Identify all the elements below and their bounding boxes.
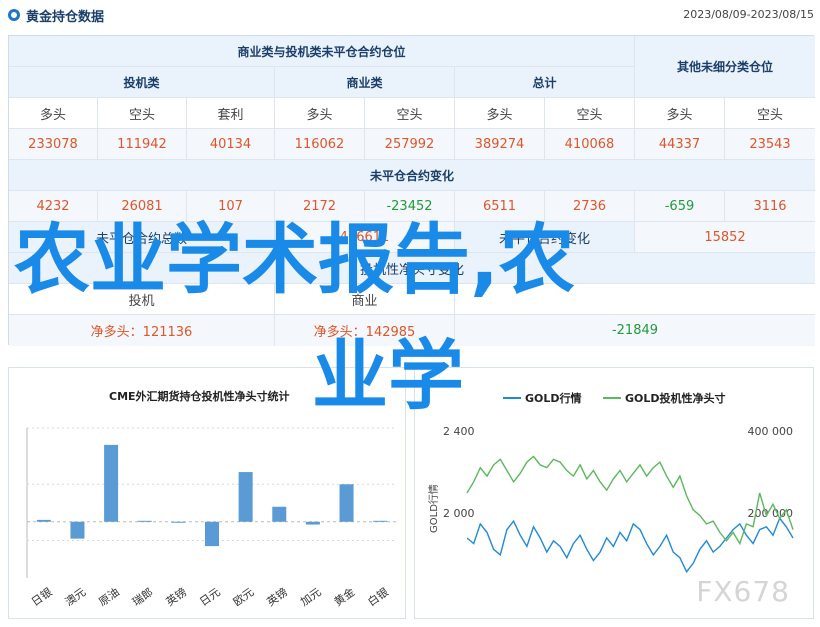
x-tick-label-10: 白银 <box>365 585 391 609</box>
legend-label-0: GOLD行情 <box>525 391 582 405</box>
bar-3 <box>137 520 152 522</box>
x-tick-label-2: 原油 <box>96 585 122 609</box>
bar-7 <box>272 506 287 522</box>
x-tick-label-6: 欧元 <box>231 585 256 608</box>
oi-change-value: 15852 <box>635 222 815 253</box>
position-cell-5: 389274 <box>455 129 545 160</box>
position-cell-2: 40134 <box>187 129 275 160</box>
change-title: 未平仓合约变化 <box>9 160 815 191</box>
position-cell-8: 23543 <box>725 129 815 160</box>
group-speculative: 投机类 <box>9 67 275 98</box>
change-cell-7: -659 <box>635 191 725 222</box>
series-line-0 <box>466 516 794 574</box>
legend-label-1: GOLD投机性净头寸 <box>625 391 726 405</box>
bar-0 <box>36 519 51 522</box>
x-tick-label-7: 英镑 <box>264 585 290 609</box>
bar-4 <box>171 521 186 523</box>
change-cell-8: 3116 <box>725 191 815 222</box>
group-total: 总计 <box>455 67 635 98</box>
position-cell-7: 44337 <box>635 129 725 160</box>
page-title: 黄金持仓数据 <box>26 10 105 25</box>
x-tick-label-8: 加元 <box>298 585 323 608</box>
bar-9 <box>339 484 354 522</box>
position-cell-1: 111942 <box>98 129 187 160</box>
subheader-cell-0: 多头 <box>9 98 98 129</box>
title-bar: 黄金持仓数据 2023/08/09-2023/08/15 <box>0 0 820 30</box>
x-tick-label-5: 日元 <box>197 585 222 608</box>
bar-1 <box>70 521 85 539</box>
subheader-cell-1: 空头 <box>98 98 187 129</box>
subheader-cell-7: 多头 <box>635 98 725 129</box>
group-commercial: 商业类 <box>275 67 455 98</box>
bar-10 <box>373 520 388 522</box>
bar-5 <box>205 521 219 547</box>
bar-2 <box>104 444 119 522</box>
other-net-value: -21849 <box>455 315 815 346</box>
subheader-cell-8: 空头 <box>725 98 815 129</box>
position-cell-4: 257992 <box>365 129 455 160</box>
group-title: 商业类与投机类未平仓合约仓位 <box>9 36 635 67</box>
subheader-cell-5: 多头 <box>455 98 545 129</box>
position-cell-6: 410068 <box>545 129 635 160</box>
subheader-cell-6: 空头 <box>545 98 635 129</box>
y-left-tick-1: 2 000 <box>443 507 475 520</box>
x-tick-label-9: 黄金 <box>331 585 357 609</box>
gold-circle-icon <box>8 9 20 21</box>
bar-6 <box>238 472 253 522</box>
position-cell-3: 116062 <box>275 129 365 160</box>
bar-8 <box>305 521 320 525</box>
x-tick-label-0: 日银 <box>28 585 54 609</box>
date-range: 2023/08/09-2023/08/15 <box>683 8 814 21</box>
side-title: 其他未细分类仓位 <box>635 36 815 98</box>
y-left-tick-0: 2 400 <box>443 425 475 438</box>
position-cell-0: 233078 <box>9 129 98 160</box>
spec-net-value: 净多头：121136 <box>9 315 275 346</box>
y-right-tick-0: 400 000 <box>748 425 794 438</box>
y-axis-label: GOLD行情 <box>427 484 440 533</box>
subheader-cell-2: 套利 <box>187 98 275 129</box>
subheader-cell-4: 空头 <box>365 98 455 129</box>
x-tick-label-4: 英镑 <box>163 585 189 609</box>
x-tick-label-3: 瑞郎 <box>129 585 155 609</box>
subheader-cell-3: 多头 <box>275 98 365 129</box>
overlay-headline-line2: 业学 <box>312 331 464 420</box>
overlay-headline-line1: 农业学术报告,农 <box>14 215 575 304</box>
x-tick-label-1: 澳元 <box>63 585 88 608</box>
fx678-watermark: FX678 <box>696 575 790 608</box>
